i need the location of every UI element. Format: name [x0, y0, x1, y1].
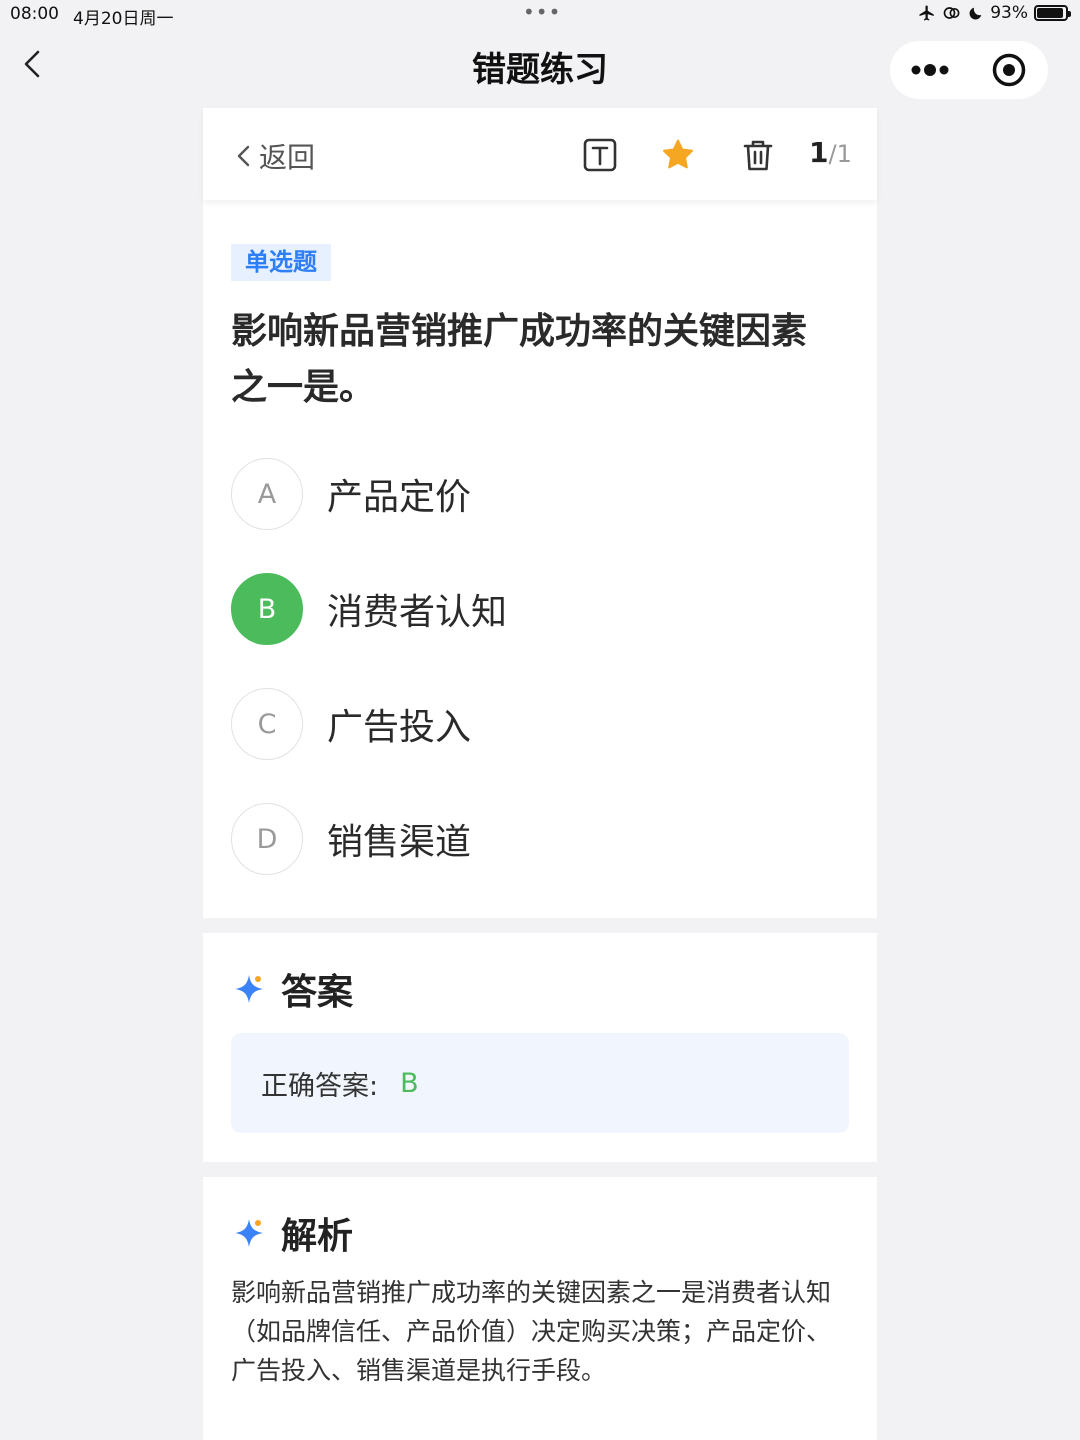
- status-time: 08:00: [10, 4, 59, 24]
- option-text: 产品定价: [327, 477, 472, 518]
- question-type-badge: 单选题: [231, 244, 331, 281]
- option-letter: C: [231, 688, 303, 760]
- option-text: 广告投入: [327, 707, 472, 748]
- option-a[interactable]: A 产品定价: [231, 458, 471, 530]
- total-count: /1: [828, 140, 852, 168]
- correct-answer-value: B: [400, 1067, 419, 1099]
- answer-card: 答案 正确答案: B: [203, 933, 877, 1162]
- option-letter: A: [231, 458, 303, 530]
- option-b[interactable]: B 消费者认知: [231, 573, 507, 645]
- more-dots-icon: [911, 64, 948, 76]
- multitask-dots[interactable]: •••: [523, 0, 561, 24]
- chevron-left-icon: [237, 145, 250, 167]
- battery-percent: 93%: [990, 3, 1028, 23]
- option-letter: B: [231, 573, 303, 645]
- screen-lock-icon: [943, 7, 960, 19]
- analysis-title: 解析: [281, 1216, 354, 1257]
- option-text: 销售渠道: [327, 822, 472, 863]
- correct-answer-box: 正确答案: B: [231, 1033, 849, 1133]
- sparkle-icon: [235, 975, 263, 1003]
- text-size-icon: [583, 138, 617, 172]
- analysis-header: 解析: [233, 1207, 353, 1259]
- correct-answer-label: 正确答案:: [261, 1070, 379, 1102]
- moon-icon: [969, 7, 982, 20]
- nav-bar: 错题练习: [0, 28, 1080, 108]
- battery-icon: [1034, 5, 1071, 21]
- status-bar: 08:00 4月20日周一 ••• 93%: [0, 0, 1080, 29]
- analysis-card: 解析 影响新品营销推广成功率的关键因素之一是消费者认知（如品牌信任、产品价值）决…: [203, 1177, 877, 1440]
- favorite-button[interactable]: [661, 138, 695, 172]
- question-card: 单选题 影响新品营销推广成功率的关键因素之一是。 A 产品定价 B 消费者认知 …: [203, 200, 877, 918]
- answer-header: 答案: [233, 963, 353, 1015]
- star-icon: [663, 139, 693, 169]
- option-c[interactable]: C 广告投入: [231, 688, 471, 760]
- airplane-icon: [919, 5, 934, 21]
- text-size-button[interactable]: [583, 138, 617, 172]
- question-counter: 1/1: [809, 136, 852, 169]
- analysis-text: 影响新品营销推广成功率的关键因素之一是消费者认知（如品牌信任、产品价值）决定购买…: [231, 1278, 832, 1385]
- more-button[interactable]: [890, 63, 969, 77]
- question-text: 影响新品营销推广成功率的关键因素之一是。: [231, 311, 808, 408]
- current-index: 1: [809, 136, 829, 169]
- option-letter: D: [231, 803, 303, 875]
- back-button[interactable]: 返回: [233, 136, 315, 176]
- back-label: 返回: [259, 141, 316, 174]
- trash-icon: [743, 140, 773, 171]
- target-icon: [992, 53, 1025, 87]
- close-miniprogram-button[interactable]: [969, 52, 1048, 88]
- mini-program-capsule: [890, 41, 1048, 99]
- option-d[interactable]: D 销售渠道: [231, 803, 471, 875]
- status-date: 4月20日周一: [73, 9, 174, 29]
- status-indicators: 93%: [918, 3, 1071, 23]
- question-toolbar: 返回 1/1: [203, 108, 877, 200]
- delete-button[interactable]: [741, 138, 775, 172]
- option-text: 消费者认知: [327, 592, 508, 633]
- sparkle-icon: [235, 1219, 263, 1247]
- answer-title: 答案: [281, 972, 354, 1013]
